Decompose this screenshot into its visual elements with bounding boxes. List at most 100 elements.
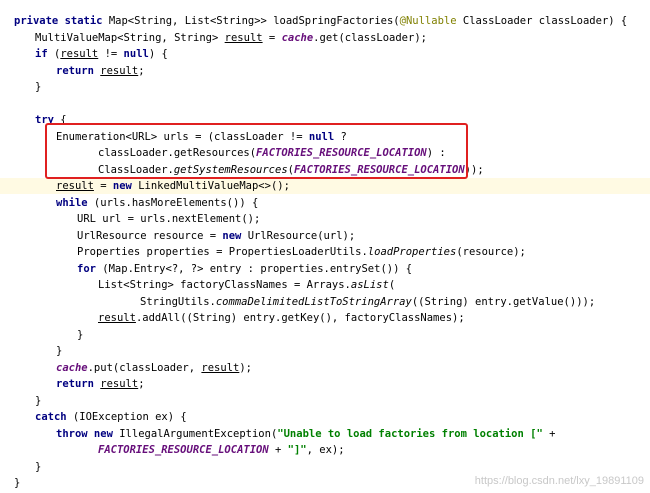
code-line-text: return result; [56, 63, 145, 79]
code-token: while [56, 196, 88, 209]
code-line[interactable]: private static Map<String, List<String>>… [0, 13, 650, 29]
code-token: (resource); [456, 246, 526, 258]
code-token: result [60, 48, 99, 60]
code-token: , ex); [306, 444, 345, 456]
code-token: URL url = urls.nextElement(); [77, 213, 261, 225]
code-line-text: for (Map.Entry<?, ?> entry : properties.… [77, 261, 412, 277]
code-line[interactable]: } [0, 459, 650, 475]
code-line[interactable]: FACTORIES_RESOURCE_LOCATION + "]", ex); [0, 442, 650, 458]
code-token: result [100, 64, 139, 77]
code-line-text: try { [35, 112, 67, 128]
code-line[interactable]: UrlResource resource = new UrlResource(u… [0, 228, 650, 244]
code-line-text: StringUtils.commaDelimitedListToStringAr… [140, 294, 595, 310]
code-token: asList [350, 279, 389, 291]
code-token: LinkedMultiValueMap<>(); [131, 180, 290, 192]
code-token: ; [138, 378, 145, 390]
code-token: UrlResource(url); [241, 229, 356, 242]
code-token: result [100, 378, 139, 390]
code-token: null [308, 130, 335, 143]
code-token: FACTORIES_RESOURCE_LOCATION [98, 444, 269, 456]
code-line[interactable]: return result; [0, 63, 650, 79]
code-token: )); [464, 163, 484, 176]
code-token: cache [281, 31, 314, 44]
code-token: IllegalArgumentException( [112, 427, 278, 440]
code-line-text: FACTORIES_RESOURCE_LOCATION + "]", ex); [98, 442, 345, 458]
code-line-text: } [35, 393, 41, 409]
code-token: try [35, 114, 54, 126]
code-token: } [56, 345, 63, 357]
code-line-text: } [35, 459, 41, 475]
code-line-text: catch (IOException ex) { [35, 409, 187, 425]
code-line-text: Enumeration<URL> urls = (classLoader != … [56, 129, 347, 145]
code-token: ); [239, 361, 252, 374]
code-line[interactable]: throw new IllegalArgumentException("Unab… [0, 426, 650, 442]
code-line-text: ClassLoader.getSystemResources(FACTORIES… [98, 162, 484, 178]
code-token: StringUtils. [140, 295, 216, 308]
code-token: cache [56, 361, 88, 374]
code-token: for [77, 262, 96, 275]
code-line[interactable]: StringUtils.commaDelimitedListToStringAr… [0, 294, 650, 310]
code-line[interactable]: result.addAll((String) entry.getKey(), f… [0, 310, 650, 326]
code-token: MultiValueMap<String, String> [35, 31, 225, 44]
code-line-text: List<String> factoryClassNames = Arrays.… [98, 277, 395, 293]
code-token: UrlResource resource = [77, 229, 223, 242]
code-token: result [56, 180, 94, 192]
code-token: ( [388, 279, 396, 291]
code-token: ClassLoader. [98, 163, 174, 176]
code-line-text: throw new IllegalArgumentException("Unab… [56, 426, 555, 442]
code-line-text: if (result != null) { [35, 46, 168, 62]
code-token: "]" [287, 444, 307, 456]
code-line[interactable]: URL url = urls.nextElement(); [0, 211, 650, 227]
code-token: ) : [426, 147, 446, 159]
code-line[interactable]: classLoader.getResources(FACTORIES_RESOU… [0, 145, 650, 161]
code-line[interactable]: return result; [0, 376, 650, 392]
code-token: = [93, 180, 113, 192]
code-line-text: URL url = urls.nextElement(); [77, 211, 260, 227]
code-line[interactable]: cache.put(classLoader, result); [0, 360, 650, 376]
code-line-text: return result; [56, 376, 145, 392]
code-token: private static [14, 15, 103, 27]
code-line[interactable]: if (result != null) { [0, 46, 650, 62]
code-token: classLoader.getResources( [98, 147, 257, 159]
code-line[interactable] [0, 96, 650, 112]
code-token: } [35, 460, 42, 473]
code-line[interactable]: ClassLoader.getSystemResources(FACTORIES… [0, 162, 650, 178]
code-token: ( [47, 48, 61, 60]
code-token: result [201, 361, 240, 374]
code-token: loadProperties [367, 246, 457, 258]
code-token: result [98, 312, 136, 324]
code-line-text: Properties properties = PropertiesLoader… [77, 244, 526, 260]
code-line[interactable]: MultiValueMap<String, String> result = c… [0, 30, 650, 46]
code-token: throw new [56, 427, 113, 440]
code-line[interactable]: } [0, 393, 650, 409]
code-token: return [56, 378, 94, 390]
code-line-text: } [14, 475, 20, 491]
code-line[interactable]: try { [0, 112, 650, 128]
code-token: } [35, 394, 42, 407]
code-line-text: result.addAll((String) entry.getKey(), f… [98, 310, 465, 326]
code-token: Properties properties = PropertiesLoader… [77, 246, 368, 258]
code-token: Enumeration<URL> urls = (classLoader != [56, 130, 309, 143]
code-line[interactable]: result = new LinkedMultiValueMap<>(); [0, 178, 650, 195]
code-token: null [123, 48, 149, 60]
code-line[interactable]: List<String> factoryClassNames = Arrays.… [0, 277, 650, 293]
code-line[interactable]: while (urls.hasMoreElements()) { [0, 195, 650, 211]
code-token: (urls.hasMoreElements()) { [87, 196, 259, 209]
code-line[interactable]: Enumeration<URL> urls = (classLoader != … [0, 129, 650, 145]
code-line[interactable]: for (Map.Entry<?, ?> entry : properties.… [0, 261, 650, 277]
code-token: .addAll((String) entry.getKey(), factory… [135, 312, 465, 324]
watermark: https://blog.csdn.net/lxy_19891109 [474, 475, 644, 487]
code-token: } [35, 81, 42, 93]
code-token: FACTORIES_RESOURCE_LOCATION [256, 147, 427, 159]
code-line[interactable]: Properties properties = PropertiesLoader… [0, 244, 650, 260]
code-line[interactable]: catch (IOException ex) { [0, 409, 650, 425]
code-line[interactable]: } [0, 343, 650, 359]
code-line[interactable]: } [0, 327, 650, 343]
code-token: + [542, 427, 556, 440]
code-token: (IOException ex) { [66, 411, 187, 423]
code-token: ; [138, 64, 145, 77]
code-line[interactable]: } [0, 79, 650, 95]
code-line-text: } [35, 79, 41, 95]
code-token: = [262, 31, 282, 44]
code-editor[interactable]: private static Map<String, List<String>>… [0, 0, 650, 493]
